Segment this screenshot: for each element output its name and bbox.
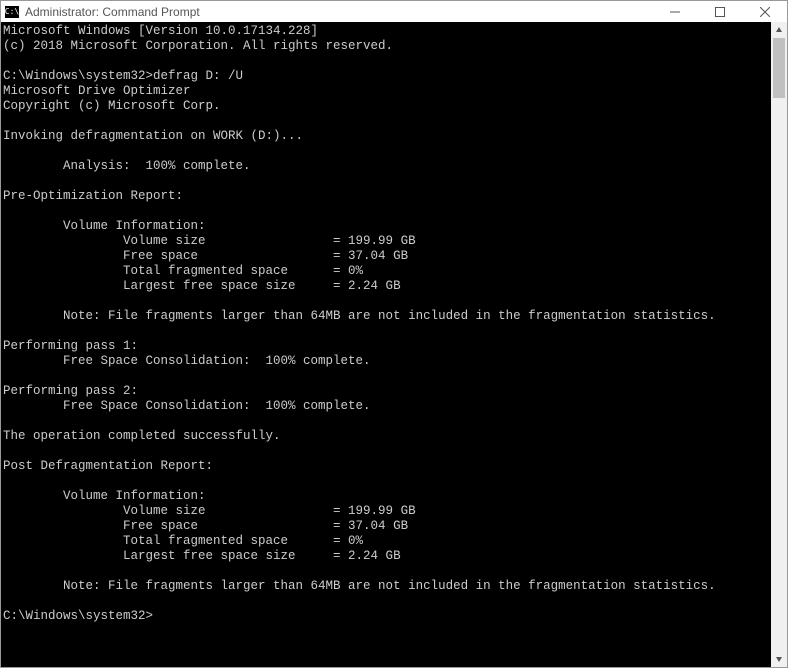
title-buttons <box>652 1 787 22</box>
console-line <box>3 369 771 384</box>
console-line: Total fragmented space = 0% <box>3 534 771 549</box>
console-line: C:\Windows\system32> <box>3 609 771 624</box>
console-line: Pre-Optimization Report: <box>3 189 771 204</box>
console-line: Total fragmented space = 0% <box>3 264 771 279</box>
console-line <box>3 564 771 579</box>
console-line: Performing pass 2: <box>3 384 771 399</box>
console-line: The operation completed successfully. <box>3 429 771 444</box>
console-line <box>3 144 771 159</box>
console-line: Invoking defragmentation on WORK (D:)... <box>3 129 771 144</box>
console-area: Microsoft Windows [Version 10.0.17134.22… <box>1 22 787 667</box>
console-line: Microsoft Windows [Version 10.0.17134.22… <box>3 24 771 39</box>
console-line: Microsoft Drive Optimizer <box>3 84 771 99</box>
console-line <box>3 204 771 219</box>
console-line: Post Defragmentation Report: <box>3 459 771 474</box>
minimize-button[interactable] <box>652 1 697 22</box>
console-line: C:\Windows\system32>defrag D: /U <box>3 69 771 84</box>
scroll-track[interactable] <box>771 38 787 651</box>
console-line <box>3 294 771 309</box>
vertical-scrollbar[interactable] <box>771 22 787 667</box>
console-line: Note: File fragments larger than 64MB ar… <box>3 579 771 594</box>
console-line: Volume Information: <box>3 489 771 504</box>
console-line <box>3 474 771 489</box>
window-title: Administrator: Command Prompt <box>25 5 200 19</box>
console-line: Copyright (c) Microsoft Corp. <box>3 99 771 114</box>
console-line: Volume size = 199.99 GB <box>3 504 771 519</box>
scroll-up-arrow-icon[interactable] <box>771 22 787 38</box>
console-line: Free space = 37.04 GB <box>3 249 771 264</box>
console-line: Free space = 37.04 GB <box>3 519 771 534</box>
scroll-down-arrow-icon[interactable] <box>771 651 787 667</box>
console-line <box>3 414 771 429</box>
console-line: Largest free space size = 2.24 GB <box>3 279 771 294</box>
console-line: Performing pass 1: <box>3 339 771 354</box>
console-line: Volume size = 199.99 GB <box>3 234 771 249</box>
console-line <box>3 594 771 609</box>
console-line: Free Space Consolidation: 100% complete. <box>3 399 771 414</box>
console-line <box>3 444 771 459</box>
title-left: C:\ Administrator: Command Prompt <box>5 5 200 19</box>
console-line: Volume Information: <box>3 219 771 234</box>
console-line <box>3 324 771 339</box>
console-line: Largest free space size = 2.24 GB <box>3 549 771 564</box>
console-line: Note: File fragments larger than 64MB ar… <box>3 309 771 324</box>
console-line: Analysis: 100% complete. <box>3 159 771 174</box>
cmd-icon: C:\ <box>5 6 19 18</box>
scroll-thumb[interactable] <box>773 38 785 98</box>
console-line: Free Space Consolidation: 100% complete. <box>3 354 771 369</box>
title-bar[interactable]: C:\ Administrator: Command Prompt <box>1 1 787 22</box>
maximize-button[interactable] <box>697 1 742 22</box>
console-output[interactable]: Microsoft Windows [Version 10.0.17134.22… <box>1 22 771 667</box>
close-button[interactable] <box>742 1 787 22</box>
console-line <box>3 174 771 189</box>
console-line <box>3 54 771 69</box>
console-line: (c) 2018 Microsoft Corporation. All righ… <box>3 39 771 54</box>
console-line <box>3 114 771 129</box>
